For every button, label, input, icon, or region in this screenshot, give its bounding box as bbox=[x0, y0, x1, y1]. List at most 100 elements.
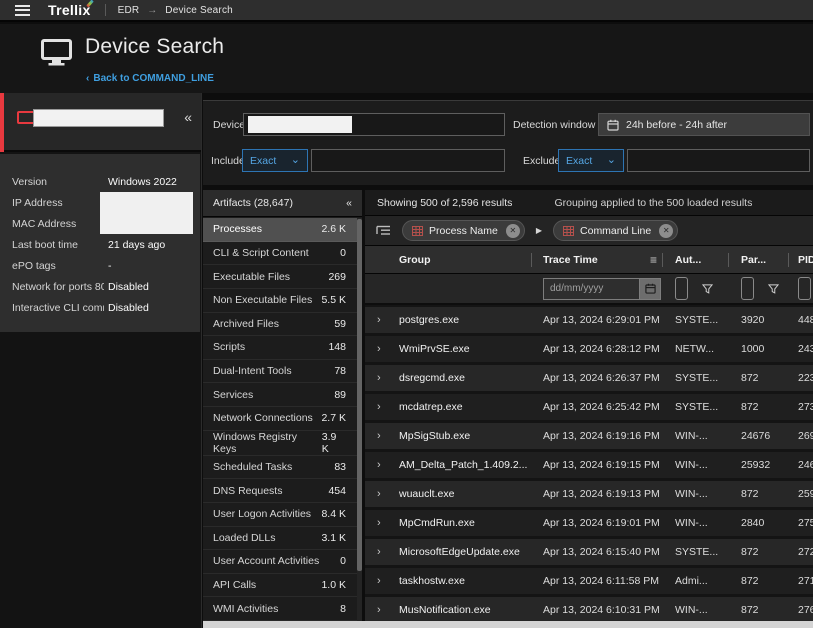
row-expand-icon[interactable]: › bbox=[377, 459, 399, 471]
trace-time-filter-input[interactable] bbox=[543, 278, 640, 300]
chip-remove-icon[interactable]: ✕ bbox=[659, 224, 673, 238]
table-row[interactable]: › MpSigStub.exe Apr 13, 2024 6:19:16 PM … bbox=[365, 423, 813, 449]
menu-icon[interactable] bbox=[15, 5, 30, 16]
horizontal-scrollbar[interactable] bbox=[203, 621, 813, 628]
artifact-item[interactable]: Non Executable Files 5.5 K bbox=[203, 289, 362, 313]
chevron-down-icon: ⌄ bbox=[607, 153, 616, 166]
artifact-label: Scheduled Tasks bbox=[213, 461, 292, 473]
row-pid: 246 bbox=[798, 459, 813, 471]
artifact-item[interactable]: User Logon Activities 8.4 K bbox=[203, 503, 362, 527]
artifact-item[interactable]: Windows Registry Keys 3.9 K bbox=[203, 431, 362, 456]
row-expand-icon[interactable]: › bbox=[377, 517, 399, 529]
group-settings-icon[interactable] bbox=[376, 225, 391, 237]
chip-remove-icon[interactable]: ✕ bbox=[506, 224, 520, 238]
logo-text: Trellix bbox=[48, 2, 91, 18]
device-detail-row: Version Windows 2022 bbox=[0, 171, 200, 192]
artifact-item[interactable]: Archived Files 59 bbox=[203, 313, 362, 337]
column-aut[interactable]: Aut... bbox=[675, 254, 741, 266]
device-detail-row: Last boot time 21 days ago bbox=[0, 234, 200, 255]
artifact-item[interactable]: CLI & Script Content 0 bbox=[203, 242, 362, 266]
table-row[interactable]: › WmiPrvSE.exe Apr 13, 2024 6:28:12 PM N… bbox=[365, 336, 813, 362]
artifact-count: 2.7 K bbox=[321, 412, 352, 424]
row-pid: 223 bbox=[798, 372, 813, 384]
table-row[interactable]: › wuauclt.exe Apr 13, 2024 6:19:13 PM WI… bbox=[365, 481, 813, 507]
row-expand-icon[interactable]: › bbox=[377, 314, 399, 326]
artifact-item[interactable]: Services 89 bbox=[203, 383, 362, 407]
row-expand-icon[interactable]: › bbox=[377, 546, 399, 558]
table-row[interactable]: › mcdatrep.exe Apr 13, 2024 6:25:42 PM S… bbox=[365, 394, 813, 420]
table-row[interactable]: › taskhostw.exe Apr 13, 2024 6:11:58 PM … bbox=[365, 568, 813, 594]
filter-icon[interactable] bbox=[768, 284, 779, 294]
device-details: Version Windows 2022 IP Address MAC Addr… bbox=[0, 154, 200, 332]
row-pid: 272 bbox=[798, 546, 813, 558]
group-chip-process-name[interactable]: Process Name ✕ bbox=[402, 220, 525, 241]
search-form: Device Detection window 24h before - 24h… bbox=[203, 100, 813, 185]
detail-label: IP Address bbox=[12, 197, 104, 209]
artifact-item[interactable]: Executable Files 269 bbox=[203, 265, 362, 289]
detection-window-button[interactable]: 24h before - 24h after bbox=[598, 113, 810, 136]
artifact-item[interactable]: WMI Activities 8 bbox=[203, 597, 362, 621]
artifact-item[interactable]: Network Connections 2.7 K bbox=[203, 407, 362, 431]
table-row[interactable]: › postgres.exe Apr 13, 2024 6:29:01 PM S… bbox=[365, 307, 813, 333]
table-row[interactable]: › dsregcmd.exe Apr 13, 2024 6:26:37 PM S… bbox=[365, 365, 813, 391]
column-menu-icon[interactable]: ≡ bbox=[650, 253, 657, 267]
artifact-item[interactable]: Loaded DLLs 3.1 K bbox=[203, 527, 362, 551]
detail-label: ePO tags bbox=[12, 260, 104, 272]
breadcrumb-app[interactable]: EDR bbox=[118, 5, 140, 16]
artifact-item[interactable]: Dual-Intent Tools 78 bbox=[203, 360, 362, 384]
table-row[interactable]: › MicrosoftEdgeUpdate.exe Apr 13, 2024 6… bbox=[365, 539, 813, 565]
detection-window-label: Detection window bbox=[513, 119, 595, 131]
table-filter-row bbox=[365, 274, 813, 305]
sidebar-collapse-icon[interactable]: « bbox=[184, 109, 192, 125]
row-par: 1000 bbox=[741, 343, 798, 355]
artifact-label: Processes bbox=[213, 223, 262, 235]
row-expand-icon[interactable]: › bbox=[377, 343, 399, 355]
include-mode-select[interactable]: Exact ⌄ bbox=[242, 149, 308, 172]
topbar: Trellix EDR → Device Search bbox=[0, 0, 813, 22]
detail-label: Last boot time bbox=[12, 239, 104, 251]
pid-filter-input[interactable] bbox=[798, 277, 811, 300]
artifact-item[interactable]: DNS Requests 454 bbox=[203, 479, 362, 503]
row-expand-icon[interactable]: › bbox=[377, 604, 399, 616]
row-trace-time: Apr 13, 2024 6:10:31 PM bbox=[543, 604, 675, 616]
detection-window-value: 24h before - 24h after bbox=[626, 119, 727, 131]
table-row[interactable]: › AM_Delta_Patch_1.409.2... Apr 13, 2024… bbox=[365, 452, 813, 478]
row-trace-time: Apr 13, 2024 6:25:42 PM bbox=[543, 401, 675, 413]
table-row[interactable]: › MpCmdRun.exe Apr 13, 2024 6:19:01 PM W… bbox=[365, 510, 813, 536]
artifact-item[interactable]: User Account Activities 0 bbox=[203, 550, 362, 574]
row-expand-icon[interactable]: › bbox=[377, 372, 399, 384]
row-expand-icon[interactable]: › bbox=[377, 488, 399, 500]
artifact-item[interactable]: Scheduled Tasks 83 bbox=[203, 456, 362, 480]
device-input-wrap bbox=[243, 113, 505, 136]
back-link[interactable]: ‹Back to COMMAND_LINE bbox=[86, 73, 214, 84]
artifact-count: 5.5 K bbox=[321, 294, 352, 306]
calendar-button[interactable] bbox=[640, 278, 661, 300]
column-trace-time[interactable]: Trace Time bbox=[543, 254, 598, 266]
artifacts-collapse-icon[interactable]: « bbox=[346, 197, 352, 209]
table-row[interactable]: › MusNotification.exe Apr 13, 2024 6:10:… bbox=[365, 597, 813, 621]
column-divider bbox=[662, 253, 663, 267]
exclude-mode-select[interactable]: Exact ⌄ bbox=[558, 149, 624, 172]
par-filter-input[interactable] bbox=[741, 277, 754, 300]
detail-value: Disabled bbox=[104, 302, 149, 314]
filter-icon[interactable] bbox=[702, 284, 713, 294]
group-chip-command-line[interactable]: Command Line ✕ bbox=[553, 220, 678, 241]
column-pid[interactable]: PID bbox=[798, 254, 813, 266]
row-par: 872 bbox=[741, 488, 798, 500]
aut-filter-input[interactable] bbox=[675, 277, 688, 300]
artifact-item[interactable]: Scripts 148 bbox=[203, 336, 362, 360]
column-group[interactable]: Group bbox=[399, 254, 543, 266]
row-expand-icon[interactable]: › bbox=[377, 430, 399, 442]
scrollbar-thumb[interactable] bbox=[357, 219, 362, 571]
include-input[interactable] bbox=[311, 149, 505, 172]
device-search-screen: Trellix EDR → Device Search Device Searc… bbox=[0, 0, 813, 628]
row-expand-icon[interactable]: › bbox=[377, 401, 399, 413]
exclude-input[interactable] bbox=[627, 149, 810, 172]
topbar-divider bbox=[105, 4, 106, 16]
artifacts-scrollbar[interactable] bbox=[357, 218, 362, 621]
artifact-item[interactable]: API Calls 1.0 K bbox=[203, 574, 362, 598]
row-expand-icon[interactable]: › bbox=[377, 575, 399, 587]
column-par[interactable]: Par... bbox=[741, 254, 798, 266]
artifact-item[interactable]: Processes 2.6 K bbox=[203, 218, 362, 242]
column-divider bbox=[788, 253, 789, 267]
